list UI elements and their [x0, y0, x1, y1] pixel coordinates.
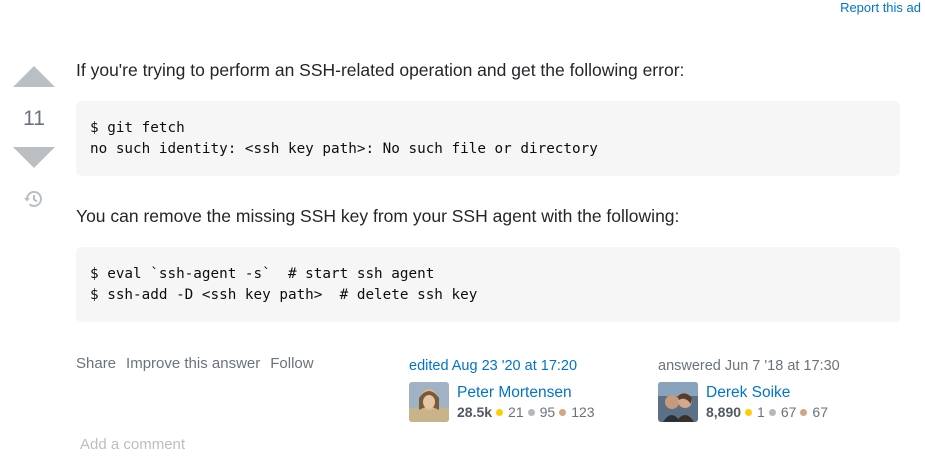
- author-name[interactable]: Derek Soike: [706, 383, 828, 403]
- silver-badge-icon: [527, 408, 535, 416]
- post-menu: Share Improve this answer Follow: [76, 355, 314, 372]
- editor-silver-count: 95: [539, 403, 556, 420]
- add-comment-link[interactable]: Add a comment: [80, 436, 185, 453]
- author-bronze-count: 67: [812, 403, 828, 420]
- silver-badge-icon: [768, 408, 776, 416]
- editor-bronze-count: 123: [571, 403, 595, 420]
- answer-body: If you're trying to perform an SSH-relat…: [76, 56, 900, 348]
- gold-badge-icon: [745, 408, 753, 416]
- code-block-1: $ git fetch no such identity: <ssh key p…: [76, 101, 900, 176]
- paragraph-1: If you're trying to perform an SSH-relat…: [76, 60, 685, 80]
- author-silver-count: 67: [780, 403, 797, 420]
- answered-time[interactable]: answered Jun 7 '18 at 17:30: [658, 358, 840, 374]
- author-gold-count: 1: [757, 403, 765, 420]
- code-block-2: $ eval `ssh-agent -s` # start ssh agent …: [76, 247, 900, 322]
- paragraph-2: You can remove the missing SSH key from …: [76, 206, 680, 226]
- editor-name[interactable]: Peter Mortensen: [457, 383, 595, 403]
- edited-time-link[interactable]: edited Aug 23 '20 at 17:20: [409, 358, 595, 374]
- vote-cell: 11: [12, 66, 56, 208]
- follow-link[interactable]: Follow: [270, 355, 313, 372]
- upvote-button[interactable]: [13, 66, 55, 87]
- bronze-badge-icon: [800, 408, 808, 416]
- report-ad-link[interactable]: Report this ad: [840, 0, 921, 15]
- author-reputation: 8,890 1 67 67: [706, 403, 828, 422]
- improve-answer-link[interactable]: Improve this answer: [126, 355, 260, 372]
- author-signature: answered Jun 7 '18 at 17:30 Derek Soike …: [658, 358, 840, 422]
- bronze-badge-icon: [559, 408, 567, 416]
- editor-avatar[interactable]: [409, 382, 449, 422]
- gold-badge-icon: [496, 408, 504, 416]
- editor-signature: edited Aug 23 '20 at 17:20 Peter Mortens…: [409, 358, 595, 422]
- editor-reputation: 28.5k 21 95 123: [457, 403, 595, 422]
- share-link[interactable]: Share: [76, 355, 116, 372]
- editor-rep-score: 28.5k: [457, 403, 493, 420]
- history-icon[interactable]: [12, 190, 56, 208]
- author-rep-score: 8,890: [706, 403, 742, 420]
- vote-count: 11: [23, 107, 45, 130]
- downvote-button[interactable]: [13, 147, 55, 168]
- author-avatar[interactable]: [658, 382, 698, 422]
- editor-gold-count: 21: [508, 403, 524, 420]
